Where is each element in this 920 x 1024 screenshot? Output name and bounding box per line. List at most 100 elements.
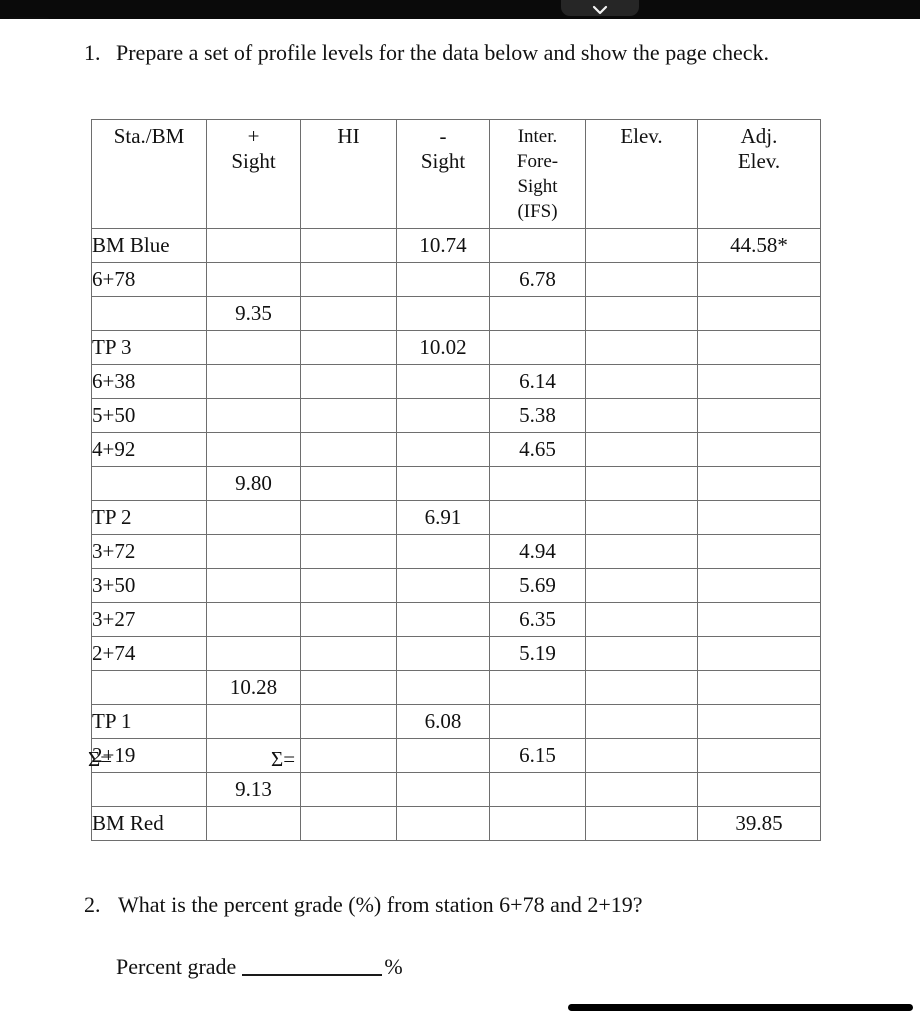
cell-adj-elev[interactable]	[697, 466, 821, 501]
cell-plus-sight[interactable]	[206, 432, 301, 467]
cell-ifs[interactable]: 5.69	[489, 568, 586, 603]
cell-sta-bm[interactable]: TP 1	[91, 704, 207, 739]
cell-ifs[interactable]: 5.19	[489, 636, 586, 671]
cell-plus-sight[interactable]: 9.80	[206, 466, 301, 501]
cell-hi[interactable]	[300, 772, 397, 807]
cell-adj-elev[interactable]: 39.85	[697, 806, 821, 841]
cell-ifs[interactable]: 6.35	[489, 602, 586, 637]
cell-ifs[interactable]: 6.14	[489, 364, 586, 399]
percent-grade-blank[interactable]	[242, 954, 383, 976]
cell-adj-elev[interactable]	[697, 568, 821, 603]
cell-elev[interactable]	[585, 432, 698, 467]
cell-adj-elev[interactable]	[697, 772, 821, 807]
cell-adj-elev[interactable]	[697, 432, 821, 467]
cell-elev[interactable]	[585, 704, 698, 739]
cell-elev[interactable]	[585, 466, 698, 501]
cell-minus-sight[interactable]	[396, 262, 490, 297]
cell-plus-sight[interactable]: 9.13	[206, 772, 301, 807]
cell-adj-elev[interactable]	[697, 262, 821, 297]
cell-sta-bm[interactable]: 4+92	[91, 432, 207, 467]
cell-sta-bm[interactable]: 3+50	[91, 568, 207, 603]
cell-ifs[interactable]: 6.78	[489, 262, 586, 297]
cell-hi[interactable]	[300, 500, 397, 535]
cell-plus-sight[interactable]	[206, 636, 301, 671]
cell-elev[interactable]	[585, 602, 698, 637]
cell-minus-sight[interactable]	[396, 398, 490, 433]
cell-plus-sight[interactable]: 9.35	[206, 296, 301, 331]
cell-ifs[interactable]	[489, 500, 586, 535]
cell-plus-sight[interactable]	[206, 704, 301, 739]
cell-minus-sight[interactable]	[396, 670, 490, 705]
cell-minus-sight[interactable]	[396, 738, 490, 773]
cell-adj-elev[interactable]	[697, 500, 821, 535]
cell-sta-bm[interactable]	[91, 670, 207, 705]
cell-ifs[interactable]	[489, 806, 586, 841]
cell-minus-sight[interactable]	[396, 772, 490, 807]
cell-ifs[interactable]	[489, 228, 586, 263]
cell-plus-sight[interactable]	[206, 364, 301, 399]
cell-sta-bm[interactable]: TP 2	[91, 500, 207, 535]
cell-hi[interactable]	[300, 602, 397, 637]
cell-adj-elev[interactable]	[697, 636, 821, 671]
cell-ifs[interactable]	[489, 330, 586, 365]
cell-hi[interactable]	[300, 398, 397, 433]
cell-ifs[interactable]	[489, 296, 586, 331]
cell-minus-sight[interactable]: 6.08	[396, 704, 490, 739]
cell-sta-bm[interactable]	[91, 296, 207, 331]
cell-adj-elev[interactable]: 44.58*	[697, 228, 821, 263]
cell-minus-sight[interactable]	[396, 534, 490, 569]
cell-sta-bm[interactable]: 3+27	[91, 602, 207, 637]
cell-adj-elev[interactable]	[697, 738, 821, 773]
cell-elev[interactable]	[585, 636, 698, 671]
cell-elev[interactable]	[585, 772, 698, 807]
cell-minus-sight[interactable]: 10.02	[396, 330, 490, 365]
cell-sta-bm[interactable]: TP 3	[91, 330, 207, 365]
cell-hi[interactable]	[300, 534, 397, 569]
cell-minus-sight[interactable]	[396, 602, 490, 637]
cell-plus-sight[interactable]	[206, 568, 301, 603]
cell-elev[interactable]	[585, 330, 698, 365]
cell-sta-bm[interactable]	[91, 772, 207, 807]
cell-minus-sight[interactable]	[396, 636, 490, 671]
cell-plus-sight[interactable]	[206, 534, 301, 569]
cell-elev[interactable]	[585, 228, 698, 263]
cell-plus-sight[interactable]	[206, 228, 301, 263]
cell-plus-sight[interactable]	[206, 330, 301, 365]
cell-elev[interactable]	[585, 398, 698, 433]
cell-ifs[interactable]	[489, 466, 586, 501]
cell-sta-bm[interactable]: 6+78	[91, 262, 207, 297]
cell-ifs[interactable]: 5.38	[489, 398, 586, 433]
cell-adj-elev[interactable]	[697, 364, 821, 399]
cell-hi[interactable]	[300, 704, 397, 739]
cell-adj-elev[interactable]	[697, 670, 821, 705]
cell-hi[interactable]	[300, 296, 397, 331]
cell-sta-bm[interactable]: 3+72	[91, 534, 207, 569]
cell-plus-sight[interactable]	[206, 602, 301, 637]
cell-plus-sight[interactable]	[206, 262, 301, 297]
cell-minus-sight[interactable]	[396, 568, 490, 603]
cell-hi[interactable]	[300, 670, 397, 705]
cell-hi[interactable]	[300, 738, 397, 773]
cell-adj-elev[interactable]	[697, 704, 821, 739]
cell-adj-elev[interactable]	[697, 398, 821, 433]
cell-hi[interactable]	[300, 228, 397, 263]
cell-sta-bm[interactable]: BM Red	[91, 806, 207, 841]
cell-elev[interactable]	[585, 262, 698, 297]
cell-hi[interactable]	[300, 466, 397, 501]
cell-elev[interactable]	[585, 364, 698, 399]
cell-sta-bm[interactable]: 2+74	[91, 636, 207, 671]
cell-sta-bm[interactable]: BM Blue	[91, 228, 207, 263]
cell-elev[interactable]	[585, 568, 698, 603]
cell-hi[interactable]	[300, 262, 397, 297]
cell-ifs[interactable]: 4.94	[489, 534, 586, 569]
cell-elev[interactable]	[585, 670, 698, 705]
cell-minus-sight[interactable]	[396, 466, 490, 501]
notch-pill[interactable]	[561, 0, 639, 16]
cell-elev[interactable]	[585, 534, 698, 569]
cell-adj-elev[interactable]	[697, 602, 821, 637]
cell-hi[interactable]	[300, 330, 397, 365]
cell-adj-elev[interactable]	[697, 296, 821, 331]
cell-plus-sight[interactable]	[206, 398, 301, 433]
cell-minus-sight[interactable]: 10.74	[396, 228, 490, 263]
cell-ifs[interactable]	[489, 704, 586, 739]
